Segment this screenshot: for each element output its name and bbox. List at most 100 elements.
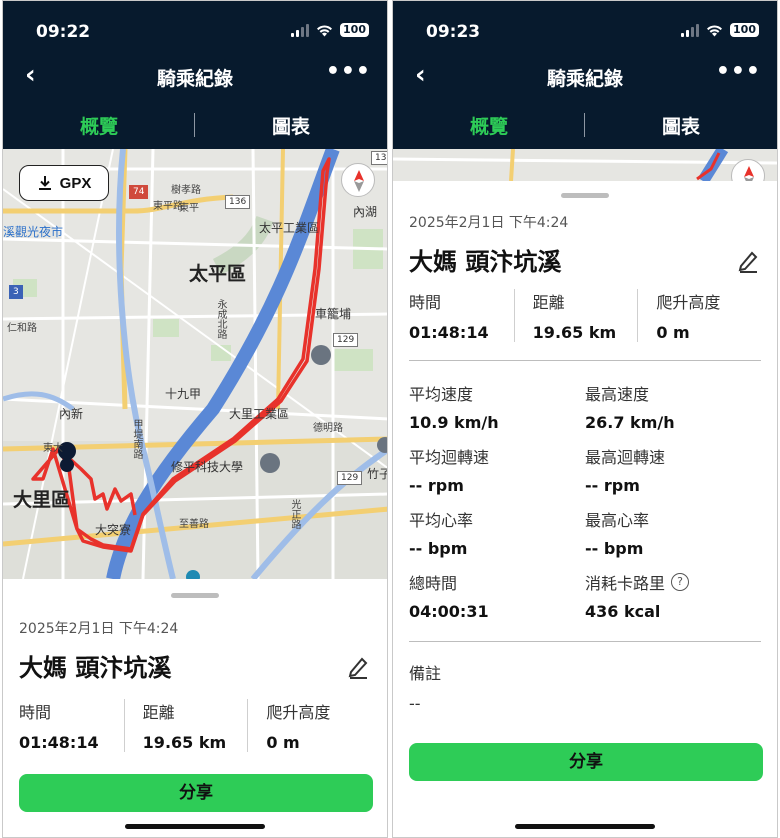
ride-name: 大媽 頭汴坑溪 — [19, 654, 172, 682]
road-shield-74: 74 — [129, 185, 149, 199]
more-options-icon[interactable]: ••• — [326, 59, 371, 84]
edit-pencil-icon[interactable] — [345, 653, 371, 679]
gpx-export-button[interactable]: GPX — [19, 165, 109, 201]
detail-max-cadence: 最高迴轉速 -- rpm — [585, 448, 666, 495]
climb-value: 0 m — [266, 733, 300, 752]
detail-avg-cadence: 平均迴轉速 -- rpm — [409, 448, 490, 495]
nav-bar: ‹ 騎乘紀錄 ••• — [3, 51, 387, 101]
ride-name: 大媽 頭汴坑溪 — [409, 248, 562, 276]
sheet-drag-handle[interactable] — [171, 593, 219, 598]
divider — [409, 641, 761, 642]
ride-stats: 時間 01:48:14 距離 19.65 km 爬升高度 0 m — [19, 699, 371, 752]
distance-label: 距離 — [532, 293, 565, 312]
time-label: 時間 — [409, 293, 442, 312]
distance-label: 距離 — [142, 703, 175, 722]
home-indicator[interactable] — [515, 824, 655, 829]
climb-value: 0 m — [656, 323, 690, 342]
distance-value: 19.65 km — [532, 323, 617, 342]
share-button[interactable]: 分享 — [19, 774, 373, 812]
status-bar: 09:23 100 — [393, 1, 777, 51]
wifi-icon — [317, 24, 333, 36]
map-label-taiping: 太平區 — [189, 263, 247, 285]
map-label-yongcheng: 永成北路 — [215, 299, 226, 339]
map-label-renhe: 仁和路 — [7, 323, 37, 334]
download-icon — [38, 176, 51, 190]
summary-sheet: 2025年2月1日 下午4:24 大媽 頭汴坑溪 時間 01:48:14 距離 … — [3, 593, 387, 812]
phone-screen-overview: 09:22 100 ‹ 騎乘紀錄 ••• 概覽 圖表 GPX 太平區 大里區 太… — [2, 0, 388, 838]
tab-charts[interactable]: 圖表 — [195, 112, 387, 139]
compass-icon[interactable] — [341, 163, 375, 197]
map-label-dali-industrial: 大里工業區 — [229, 407, 290, 421]
sheet-drag-handle[interactable] — [561, 193, 609, 198]
status-bar: 09:22 100 — [3, 1, 387, 51]
tab-overview[interactable]: 概覽 — [393, 112, 585, 139]
header: 09:23 100 ‹ 騎乘紀錄 ••• 概覽 圖表 — [393, 1, 777, 149]
nav-bar: ‹ 騎乘紀錄 ••• — [393, 51, 777, 101]
map-label-dali: 大里區 — [13, 489, 71, 511]
tab-overview[interactable]: 概覽 — [3, 112, 195, 139]
ride-date: 2025年2月1日 下午4:24 — [409, 215, 569, 231]
route-map-collapsed[interactable] — [393, 149, 777, 181]
detail-avg-heart-rate: 平均心率 -- bpm — [409, 511, 474, 558]
climb-label: 爬升高度 — [656, 293, 721, 312]
notes-label: 備註 — [409, 664, 442, 683]
gpx-label: GPX — [59, 174, 92, 192]
ride-date: 2025年2月1日 下午4:24 — [19, 621, 179, 637]
calories-value: 436 kcal — [585, 602, 661, 621]
details-sheet: 2025年2月1日 下午4:24 大媽 頭汴坑溪 時間 01:48:14 距離 … — [393, 193, 777, 781]
map-label-zhuzi: 竹子 — [367, 467, 387, 481]
header: 09:22 100 ‹ 騎乘紀錄 ••• 概覽 圖表 — [3, 1, 387, 149]
map-label-taiping-industrial: 太平工業區 — [259, 221, 320, 235]
detail-max-heart-rate: 最高心率 -- bpm — [585, 511, 650, 558]
map-label-guangzheng: 光正路 — [289, 499, 300, 529]
distance-value: 19.65 km — [142, 733, 227, 752]
map-label-zhishan: 至善路 — [179, 519, 209, 530]
map-label-xiuping: 修平科技大學 — [171, 460, 244, 474]
ride-details-grid: 平均速度 10.9 km/h 最高速度 26.7 km/h 平均迴轉速 -- r… — [409, 381, 761, 621]
map-label-shiujiu-jia: 十九甲 — [165, 387, 202, 401]
status-time: 09:22 — [36, 22, 91, 42]
map-label-chechongbu: 車籠埔 — [315, 307, 352, 321]
share-button[interactable]: 分享 — [409, 743, 763, 781]
battery-icon: 100 — [730, 23, 759, 37]
cellular-signal-icon — [291, 23, 310, 37]
road-shield-3: 3 — [9, 285, 23, 299]
divider — [409, 360, 761, 361]
map-label-datuzhai: 大突寮 — [95, 523, 132, 537]
question-mark-info-icon[interactable]: ? — [671, 573, 690, 591]
map-label-shuhu: 樹孝路 — [171, 185, 201, 196]
notes-value[interactable]: -- — [409, 694, 761, 713]
wifi-icon — [707, 24, 723, 36]
road-shield-129b: 129 — [337, 471, 363, 485]
time-label: 時間 — [19, 703, 52, 722]
compass-icon[interactable] — [731, 159, 765, 181]
tab-bar: 概覽 圖表 — [393, 101, 777, 149]
time-value: 01:48:14 — [409, 323, 489, 342]
status-time: 09:23 — [426, 22, 481, 42]
phone-screen-details: 09:23 100 ‹ 騎乘紀錄 ••• 概覽 圖表 2025年2月1日 下午4… — [392, 0, 778, 838]
map-label-neixin: 內新 — [59, 407, 84, 421]
detail-avg-speed: 平均速度 10.9 km/h — [409, 385, 499, 432]
tab-bar: 概覽 圖表 — [3, 101, 387, 149]
climb-label: 爬升高度 — [266, 703, 331, 722]
road-shield-136: 136 — [225, 195, 251, 209]
map-label-dongda: 東大 — [43, 443, 63, 454]
edit-pencil-icon[interactable] — [735, 247, 761, 273]
map-label-dezhao: 德明路 — [313, 423, 343, 434]
ride-stats: 時間 01:48:14 距離 19.65 km 爬升高度 0 m — [409, 289, 761, 342]
road-shield-129: 129 — [333, 333, 359, 347]
time-value: 01:48:14 — [19, 733, 99, 752]
more-options-icon[interactable]: ••• — [716, 59, 761, 84]
battery-icon: 100 — [340, 23, 369, 37]
detail-total-time: 總時間 04:00:31 — [409, 574, 489, 621]
detail-max-speed: 最高速度 26.7 km/h — [585, 385, 675, 432]
calories-label: 消耗卡路里 — [585, 574, 666, 593]
map-label-night-market: 溪觀光夜市 — [3, 225, 64, 239]
map-label-dongping2: 東平 — [179, 203, 199, 214]
tab-charts[interactable]: 圖表 — [585, 112, 777, 139]
map-label-neihu: 內湖 — [353, 205, 378, 219]
cellular-signal-icon — [681, 23, 700, 37]
map-label-jiapin: 甲堤南路 — [131, 419, 142, 459]
route-map[interactable]: GPX 太平區 大里區 太平工業區 大里工業區 十九甲 內新 車籠埔 德明路 內… — [3, 149, 387, 579]
home-indicator[interactable] — [125, 824, 265, 829]
